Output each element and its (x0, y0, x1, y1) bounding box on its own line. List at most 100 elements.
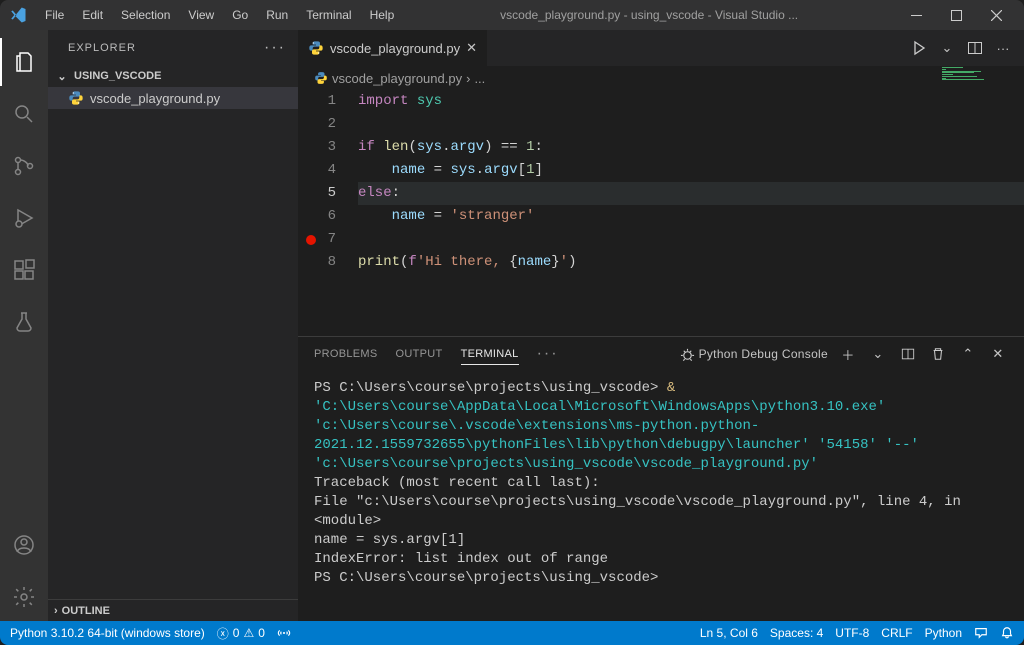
line-number: 1 (298, 90, 336, 113)
editor-tabs: vscode_playground.py ✕ ⌄ ··· (298, 30, 1024, 66)
outline-header[interactable]: › OUTLINE (48, 599, 298, 621)
warning-icon: ⚠ (243, 626, 254, 640)
menu-selection[interactable]: Selection (113, 4, 178, 26)
code-line: if len(sys.argv) == 1: (358, 136, 1024, 159)
sidebar-title: EXPLORER (68, 42, 136, 54)
python-file-icon (68, 90, 84, 106)
run-dropdown-icon[interactable]: ⌄ (936, 37, 958, 59)
code-line: name = sys.argv[1] (358, 159, 1024, 182)
activity-run-icon[interactable] (0, 194, 48, 242)
tab-terminal[interactable]: TERMINAL (461, 344, 519, 365)
editor-tab[interactable]: vscode_playground.py ✕ (298, 30, 488, 66)
warning-count: 0 (258, 626, 265, 640)
terminal-line: IndexError: list index out of range (314, 550, 1008, 569)
terminal-line: PS C:\Users\course\projects\using_vscode… (314, 569, 1008, 588)
terminal-line: Traceback (most recent call last): (314, 474, 1008, 493)
breakpoint-icon[interactable] (306, 235, 316, 245)
close-tab-icon[interactable]: ✕ (466, 40, 477, 56)
error-icon: ⓧ (217, 625, 229, 642)
status-go-live[interactable] (277, 626, 291, 640)
panel: PROBLEMS OUTPUT TERMINAL ··· Python Debu… (298, 336, 1024, 621)
menu-go[interactable]: Go (224, 4, 256, 26)
folder-header[interactable]: ⌄ USING_VSCODE (48, 65, 298, 87)
breadcrumb[interactable]: vscode_playground.py › ... (298, 66, 1024, 90)
chevron-down-icon: ⌄ (54, 70, 70, 83)
activity-settings-icon[interactable] (0, 573, 48, 621)
menu-file[interactable]: File (37, 4, 72, 26)
terminal-line: name = sys.argv[1] (314, 531, 1008, 550)
file-entry[interactable]: vscode_playground.py (48, 87, 298, 109)
menu-view[interactable]: View (180, 4, 222, 26)
title-bar: File Edit Selection View Go Run Terminal… (0, 0, 1024, 30)
line-number: 2 (298, 113, 336, 136)
status-cursor[interactable]: Ln 5, Col 6 (700, 626, 758, 640)
sidebar-header: EXPLORER ··· (48, 30, 298, 65)
split-terminal-icon[interactable] (898, 344, 918, 364)
tab-output[interactable]: OUTPUT (396, 344, 443, 364)
line-number: 7 (298, 228, 336, 251)
body: EXPLORER ··· ⌄ USING_VSCODE vscode_playg… (0, 30, 1024, 621)
line-number: 5 (298, 182, 336, 205)
activity-testing-icon[interactable] (0, 298, 48, 346)
terminal-output[interactable]: PS C:\Users\course\projects\using_vscode… (298, 371, 1024, 621)
code-line: name = 'stranger' (358, 205, 1024, 228)
split-editor-icon[interactable] (964, 37, 986, 59)
code-line: import sys (358, 90, 1024, 113)
outline-label: OUTLINE (62, 605, 110, 617)
new-terminal-icon[interactable]: ＋ (838, 344, 858, 364)
code-lines: import sys if len(sys.argv) == 1: name =… (358, 90, 1024, 336)
code-line: else: (358, 182, 1024, 205)
menu-help[interactable]: Help (362, 4, 403, 26)
tab-problems[interactable]: PROBLEMS (314, 344, 378, 364)
maximize-button[interactable] (936, 0, 976, 30)
status-python[interactable]: Python 3.10.2 64-bit (windows store) (10, 626, 205, 640)
panel-tabs: PROBLEMS OUTPUT TERMINAL ··· Python Debu… (298, 337, 1024, 371)
terminal-dropdown-icon[interactable]: ⌄ (868, 344, 888, 364)
line-number: 8 (298, 251, 336, 274)
status-feedback-icon[interactable] (974, 626, 988, 640)
status-language[interactable]: Python (925, 626, 962, 640)
python-file-icon (308, 40, 324, 56)
menu-run[interactable]: Run (258, 4, 296, 26)
code-line (358, 228, 1024, 251)
status-eol[interactable]: CRLF (881, 626, 912, 640)
close-button[interactable] (976, 0, 1016, 30)
terminal-line: PS C:\Users\course\projects\using_vscode… (314, 379, 1008, 474)
panel-actions: Python Debug Console ＋ ⌄ ⌃ ✕ (680, 344, 1008, 364)
activity-bar (0, 30, 48, 621)
close-panel-icon[interactable]: ✕ (988, 344, 1008, 364)
maximize-panel-icon[interactable]: ⌃ (958, 344, 978, 364)
activity-scm-icon[interactable] (0, 142, 48, 190)
activity-account-icon[interactable] (0, 521, 48, 569)
terminal-session[interactable]: Python Debug Console (680, 347, 828, 362)
sidebar-more-icon[interactable]: ··· (264, 39, 286, 57)
breadcrumb-more: ... (474, 71, 485, 86)
status-bell-icon[interactable] (1000, 626, 1014, 640)
status-encoding[interactable]: UTF-8 (835, 626, 869, 640)
status-indent[interactable]: Spaces: 4 (770, 626, 823, 640)
minimap[interactable] (942, 66, 1012, 80)
run-file-icon[interactable] (908, 37, 930, 59)
menu-edit[interactable]: Edit (74, 4, 111, 26)
activity-explorer-icon[interactable] (0, 38, 48, 86)
status-bar: Python 3.10.2 64-bit (windows store) ⓧ0 … (0, 621, 1024, 645)
editor-more-icon[interactable]: ··· (992, 37, 1014, 59)
status-problems[interactable]: ⓧ0 ⚠0 (217, 625, 265, 642)
debug-icon (680, 347, 695, 362)
chevron-right-icon: › (54, 605, 58, 617)
menu-terminal[interactable]: Terminal (298, 4, 359, 26)
terminal-session-label: Python Debug Console (699, 347, 828, 361)
vscode-window: File Edit Selection View Go Run Terminal… (0, 0, 1024, 645)
panel-more-icon[interactable]: ··· (537, 345, 559, 363)
editor-group: vscode_playground.py ✕ ⌄ ··· vscode_play… (298, 30, 1024, 621)
tab-label: vscode_playground.py (330, 41, 460, 56)
kill-terminal-icon[interactable] (928, 344, 948, 364)
minimize-button[interactable] (896, 0, 936, 30)
python-file-icon (314, 71, 328, 85)
activity-extensions-icon[interactable] (0, 246, 48, 294)
breadcrumb-file: vscode_playground.py (332, 71, 462, 86)
code-line: print(f'Hi there, {name}') (358, 251, 1024, 274)
sidebar[interactable]: EXPLORER ··· ⌄ USING_VSCODE vscode_playg… (48, 30, 298, 621)
code-editor[interactable]: 1 2 3 4 5 6 7 8 import sys if len(sys.ar… (298, 90, 1024, 336)
activity-search-icon[interactable] (0, 90, 48, 138)
